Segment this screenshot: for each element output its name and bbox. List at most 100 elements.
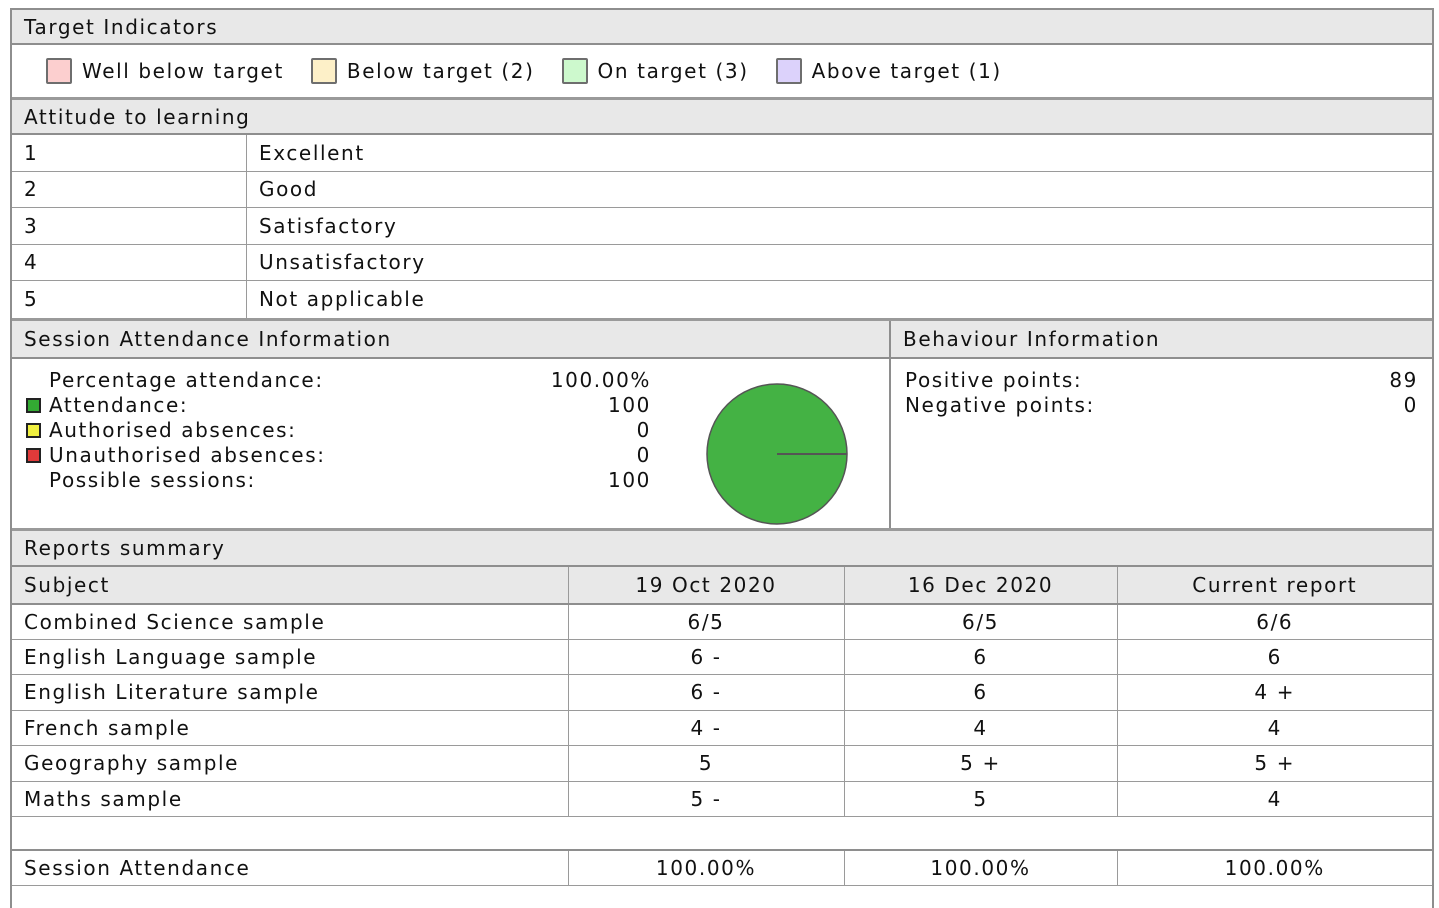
reports-column-header: 16 Dec 2020 [844,566,1118,605]
grade-cell: 4 [1117,781,1432,817]
attitude-row: 2 Good [12,171,1432,208]
legend-key-square [26,422,41,438]
grade-cell: 6 [1117,639,1432,675]
legend-swatch [46,58,72,84]
reports-title: Reports summary [24,535,226,560]
subject-cell: English Language sample [12,639,569,675]
reports-column-header: 19 Oct 2020 [568,566,845,605]
grade-cell: 5 [844,781,1118,817]
attendance-stat-key: Percentage attendance: [26,368,531,393]
legend-key-spacer [26,473,49,488]
attendance-stat-value: 100 [608,467,651,492]
reports-header: Reports summary [12,530,1432,567]
attendance-stat-label: Attendance: [49,392,189,417]
attendance-stat-key: Possible sessions: [26,468,531,493]
legend-label: Above target (1) [811,59,1002,83]
summary-value: 100.00% [568,848,845,886]
table-row: English Literature sample 6 -64 + [12,674,1432,711]
spacer-cell [12,816,1432,850]
grade-cell: 6/5 [568,603,845,640]
attendance-stat-key: Attendance: [26,393,531,418]
legend-swatch [561,58,588,84]
behaviour-stat-label: Positive points: [905,367,1083,392]
behaviour-stat-label: Negative points: [905,392,1095,417]
attendance-stat-row: Unauthorised absences: 0 [26,443,651,468]
table-spacer-row [12,816,1432,850]
legend-key-square [26,397,41,413]
attitude-title: Attitude to learning [24,104,251,129]
grade-cell: 4 [844,710,1118,746]
grade-cell: 6 [844,674,1118,711]
grade-cell: 6 [844,639,1118,675]
behaviour-title: Behaviour Information [903,326,1161,351]
subject-cell: Maths sample [12,781,569,817]
attitude-table: 1 Excellent 2 Good 3 Satisfactory 4 Unsatisfact… [12,135,1432,318]
attendance-stat-value: 0 [636,417,651,442]
legend-swatch [775,58,802,84]
attendance-stat-key: Unauthorised absences: [26,443,531,468]
legend-item: On target (3) [561,58,749,84]
subject-cell: Combined Science sample [12,603,569,640]
table-row: Maths sample 5 -54 [12,781,1432,817]
attendance-stat-row: Possible sessions: 100 [26,468,651,493]
subject-cell: English Literature sample [12,674,569,711]
behaviour-header: Behaviour Information [891,320,1432,359]
attendance-stat-label: Percentage attendance: [49,367,324,392]
grade-cell: 6 - [568,674,845,711]
behaviour-stat-value: 89 [1389,367,1418,392]
attitude-label: Excellent [259,140,365,165]
attendance-stat-value: 0 [636,442,651,467]
grade-cell: 6/5 [844,603,1118,640]
attitude-row: 5 Not applicable [12,281,1432,318]
behaviour-stat-row: Positive points: 89 [905,368,1418,393]
legend-key-square [26,447,41,463]
legend-swatch [310,58,337,84]
table-row: French sample 4 -44 [12,710,1432,746]
legend-key-spacer [26,373,49,388]
grade-cell: 5 [568,745,845,782]
attitude-row: 1 Excellent [12,135,1432,172]
attitude-label: Unsatisfactory [259,250,426,275]
legend-item: Well below target [46,58,284,84]
attitude-number: 3 [12,208,247,244]
grade-cell: 6 - [568,639,845,675]
attendance-stat-value: 100 [608,392,651,417]
grade-cell: 4 - [568,710,845,746]
attendance-stat-key: Authorised absences: [26,418,531,443]
attitude-number: 5 [12,281,247,318]
grade-cell: 5 + [1117,745,1432,782]
pie-svg [706,382,848,525]
attendance-panel: Session Attendance Information Percentag… [12,320,891,529]
attitude-row: 3 Satisfactory [12,208,1432,245]
grade-cell: 4 [1117,710,1432,746]
attendance-stat-row: Percentage attendance: 100.00% [26,368,651,393]
attitude-header: Attitude to learning [12,100,1432,135]
table-row: English Language sample 6 -66 [12,639,1432,675]
target-indicators-header: Target Indicators [12,10,1432,45]
attitude-number: 4 [12,244,247,280]
legend-label: On target (3) [597,59,749,83]
behaviour-stats: Positive points: 89 Negative points: 0 [905,368,1418,418]
attitude-number: 2 [12,171,247,207]
attendance-header: Session Attendance Information [12,320,889,359]
attendance-stats: Percentage attendance: 100.00% Attendance:… [26,368,651,493]
attitude-number: 1 [12,135,247,171]
behaviour-stat-row: Negative points: 0 [905,393,1418,418]
behaviour-stat-value: 0 [1403,392,1418,417]
summary-label: Session Attendance [12,848,569,886]
attendance-pie-chart [702,379,852,529]
grade-cell: 5 - [568,781,845,817]
behaviour-panel: Behaviour Information Positive points: 89… [891,320,1432,528]
target-legend: Well below target Below target (2) On targ… [12,45,1432,97]
reports-header-row: Subject 19 Oct 2020 16 Dec 2020 Current rep… [12,566,1432,605]
attitude-row: 4 Unsatisfactory [12,244,1432,281]
grade-cell: 4 + [1117,674,1432,711]
legend-item: Below target (2) [310,58,535,84]
reports-column-header: Current report [1117,566,1432,605]
grade-cell: 5 + [844,745,1118,782]
attendance-stat-row: Authorised absences: 0 [26,418,651,443]
legend-label: Below target (2) [346,59,535,83]
legend-label: Well below target [82,59,284,83]
attitude-label: Good [259,177,319,202]
attitude-label: Not applicable [259,287,426,312]
